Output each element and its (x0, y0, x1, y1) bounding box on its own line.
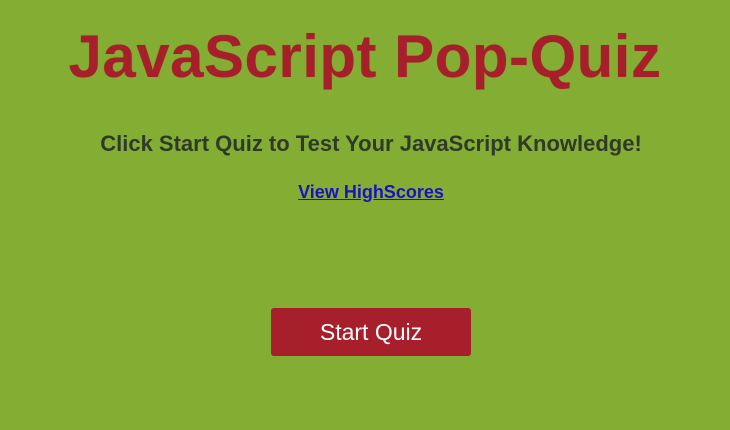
start-quiz-button[interactable]: Start Quiz (271, 308, 471, 356)
view-highscores-link[interactable]: View HighScores (298, 182, 444, 202)
page-title: JavaScript Pop-Quiz (68, 23, 662, 90)
highscores-link-container: View HighScores (0, 181, 730, 203)
quiz-start-page: JavaScript Pop-Quiz Click Start Quiz to … (0, 0, 730, 430)
instructions-text: Click Start Quiz to Test Your JavaScript… (100, 131, 642, 156)
